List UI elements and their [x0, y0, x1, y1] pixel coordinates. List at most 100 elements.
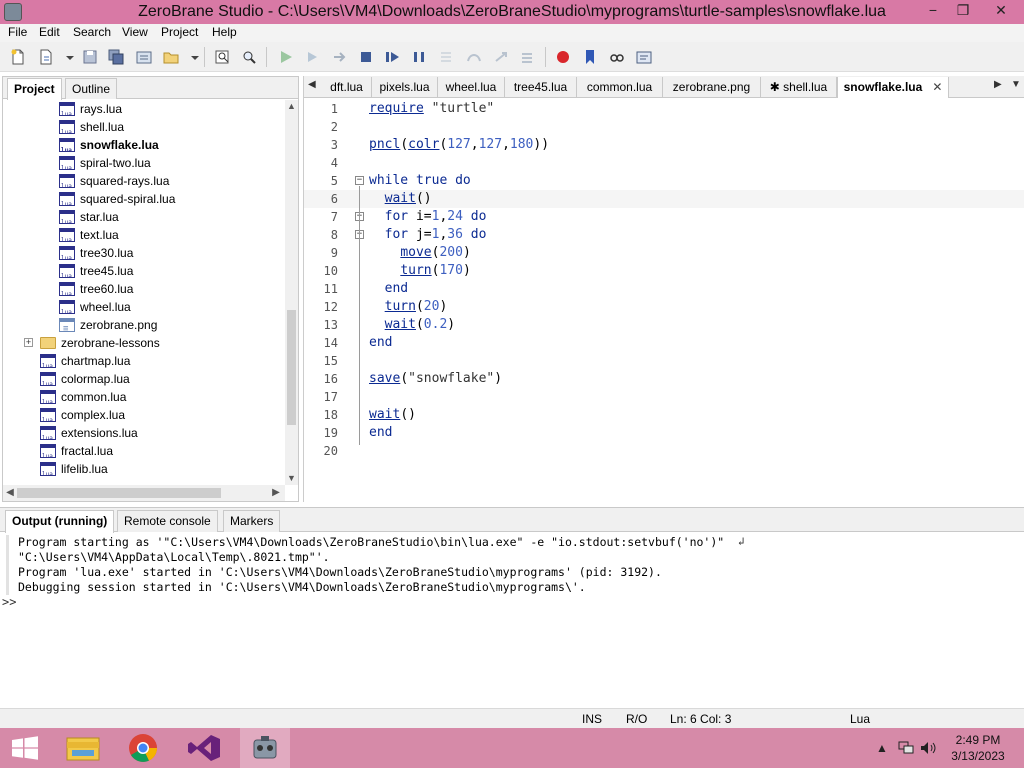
scroll-down-icon[interactable]: ▼: [285, 472, 298, 485]
code-line[interactable]: 4: [304, 154, 1024, 172]
code-text[interactable]: while true do: [369, 172, 471, 190]
project-dir-icon[interactable]: [163, 49, 179, 65]
file-explorer-taskbar-button[interactable]: [58, 728, 108, 768]
line-number[interactable]: 19: [304, 424, 338, 442]
tree-item[interactable]: common.lua: [40, 388, 126, 412]
tree-item[interactable]: shell.lua: [59, 118, 124, 142]
code-text[interactable]: end: [369, 334, 392, 352]
code-line[interactable]: 2: [304, 118, 1024, 136]
code-line[interactable]: 15: [304, 352, 1024, 370]
line-number[interactable]: 12: [304, 298, 338, 316]
visual-studio-taskbar-button[interactable]: [180, 728, 230, 768]
tabs-list-icon[interactable]: ▼: [1011, 79, 1021, 90]
tab-remote-console[interactable]: Remote console: [117, 510, 218, 532]
tree-item[interactable]: wheel.lua: [59, 298, 131, 322]
menu-file[interactable]: File: [8, 25, 27, 39]
code-text[interactable]: end: [369, 424, 392, 442]
close-tab-icon[interactable]: ✕: [932, 80, 942, 94]
continue-icon[interactable]: [384, 49, 400, 65]
code-text[interactable]: turn(20): [369, 298, 448, 316]
code-line[interactable]: 13 wait(0.2): [304, 316, 1024, 334]
show-hidden-icons-icon[interactable]: ▲: [876, 741, 888, 755]
tree-horizontal-scrollbar[interactable]: ◀ ▶: [3, 485, 285, 501]
step-out-icon[interactable]: [493, 49, 509, 65]
editor-tab[interactable]: zerobrane.png: [663, 77, 761, 98]
pause-icon[interactable]: [411, 49, 427, 65]
tree-item[interactable]: fractal.lua: [40, 442, 113, 466]
close-window-button[interactable]: ✕: [978, 0, 1024, 20]
scroll-up-icon[interactable]: ▲: [285, 100, 298, 113]
line-number[interactable]: 11: [304, 280, 338, 298]
code-line[interactable]: 16 save("snowflake"): [304, 370, 1024, 388]
tab-outline[interactable]: Outline: [65, 78, 118, 99]
line-number[interactable]: 7: [304, 208, 338, 226]
line-number[interactable]: 14: [304, 334, 338, 352]
volume-icon[interactable]: [920, 741, 938, 758]
editor-tab[interactable]: common.lua: [577, 77, 663, 98]
tree-item[interactable]: rays.lua: [59, 100, 122, 124]
tab-output[interactable]: Output (running): [5, 510, 115, 533]
tree-item[interactable]: extensions.lua: [40, 424, 138, 448]
run-to-cursor-icon[interactable]: [332, 49, 348, 65]
code-line[interactable]: 17: [304, 388, 1024, 406]
save-icon[interactable]: [82, 49, 98, 65]
menu-help[interactable]: Help: [212, 25, 237, 39]
new-file-icon[interactable]: [10, 49, 26, 65]
code-text[interactable]: move(200): [369, 244, 470, 262]
zerobrane-taskbar-button[interactable]: [240, 728, 290, 768]
line-number[interactable]: 15: [304, 352, 338, 370]
line-number[interactable]: 6: [304, 190, 338, 208]
line-number[interactable]: 8: [304, 226, 338, 244]
tree-item[interactable]: spiral-two.lua: [59, 154, 151, 178]
network-icon[interactable]: [898, 741, 914, 758]
tree-item[interactable]: squared-rays.lua: [59, 172, 169, 196]
tree-item[interactable]: squared-spiral.lua: [59, 190, 175, 214]
stop-icon[interactable]: [358, 49, 374, 65]
line-number[interactable]: 3: [304, 136, 338, 154]
line-number[interactable]: 20: [304, 442, 338, 460]
code-line[interactable]: 14 end: [304, 334, 1024, 352]
save-all-icon[interactable]: [108, 49, 124, 65]
start-button[interactable]: [0, 728, 50, 768]
open-file-icon[interactable]: [38, 49, 54, 65]
line-number[interactable]: 5: [304, 172, 338, 190]
tree-item[interactable]: chartmap.lua: [40, 352, 130, 376]
line-number[interactable]: 17: [304, 388, 338, 406]
code-line[interactable]: 11 end: [304, 280, 1024, 298]
chrome-taskbar-button[interactable]: [118, 728, 168, 768]
code-text[interactable]: wait(0.2): [369, 316, 455, 334]
open-dropdown-icon[interactable]: [62, 49, 74, 65]
menu-search[interactable]: Search: [73, 25, 111, 39]
code-line[interactable]: 3 pncl(colr(127,127,180)): [304, 136, 1024, 154]
code-text[interactable]: for i=1,24 do: [369, 208, 487, 226]
scroll-right-icon[interactable]: ▶: [269, 485, 283, 501]
editor-tab[interactable]: tree45.lua: [505, 77, 577, 98]
line-number[interactable]: 9: [304, 244, 338, 262]
tree-item[interactable]: tree60.lua: [59, 280, 133, 304]
stack-icon[interactable]: [520, 49, 536, 65]
code-line[interactable]: 18 wait(): [304, 406, 1024, 424]
line-number[interactable]: 13: [304, 316, 338, 334]
bookmark-icon[interactable]: [582, 49, 598, 65]
tree-item[interactable]: text.lua: [59, 226, 119, 250]
tree-item[interactable]: complex.lua: [40, 406, 125, 430]
expand-icon[interactable]: +: [24, 338, 33, 347]
code-line[interactable]: 5 − while true do: [304, 172, 1024, 190]
tabs-scroll-right-icon[interactable]: ▶: [994, 79, 1002, 90]
tree-item[interactable]: lifelib.lua: [40, 460, 108, 484]
tab-markers[interactable]: Markers: [223, 510, 281, 532]
clock[interactable]: 2:49 PM 3/13/2023: [943, 732, 1013, 764]
line-number[interactable]: 4: [304, 154, 338, 172]
code-text[interactable]: wait(): [369, 406, 416, 424]
project-dropdown-icon[interactable]: [187, 49, 199, 65]
code-line[interactable]: 9 move(200): [304, 244, 1024, 262]
code-text[interactable]: turn(170): [369, 262, 470, 280]
stack-window-icon[interactable]: [636, 49, 652, 65]
menu-view[interactable]: View: [122, 25, 148, 39]
tree-item[interactable]: star.lua: [59, 208, 119, 232]
code-line[interactable]: 8− for j=1,36 do: [304, 226, 1024, 244]
scroll-thumb[interactable]: [287, 310, 296, 425]
breakpoint-icon[interactable]: [555, 49, 571, 65]
code-text[interactable]: save("snowflake"): [369, 370, 502, 388]
watch-icon[interactable]: [609, 49, 625, 65]
